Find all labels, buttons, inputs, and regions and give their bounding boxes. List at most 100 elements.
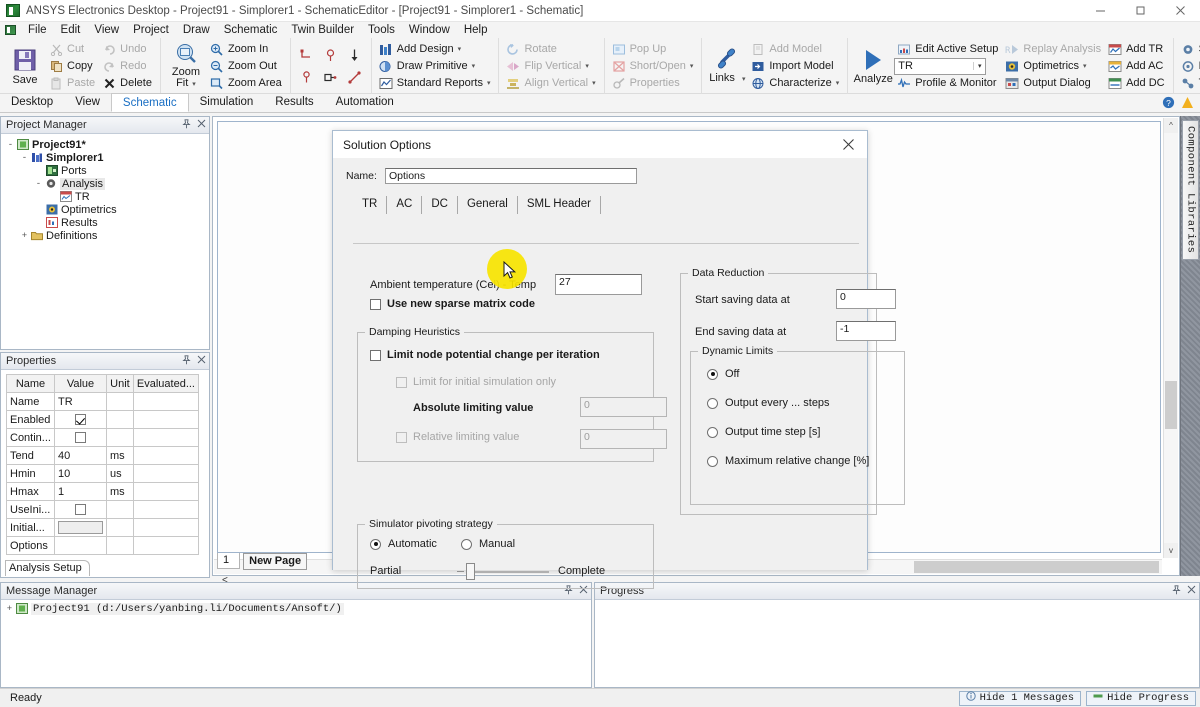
pivoting-automatic-radio[interactable] — [370, 538, 381, 550]
pin-icon[interactable] — [182, 354, 191, 368]
rotate-button[interactable]: Rotate — [503, 41, 599, 58]
close-icon[interactable] — [197, 355, 206, 367]
minimize-icon[interactable] — [1080, 0, 1120, 22]
tree-item-ports[interactable]: Ports — [3, 164, 209, 177]
delete-button[interactable]: Delete — [99, 75, 156, 92]
paste-button[interactable]: Paste — [46, 75, 99, 92]
add-dc-button[interactable]: Add DC — [1105, 75, 1169, 92]
tools-button[interactable]: Tools ▾ — [1178, 75, 1200, 92]
relative-limiting-value-input[interactable]: 0 — [580, 429, 667, 449]
pop-up-button[interactable]: Pop Up — [609, 41, 698, 58]
zoom-fit-button[interactable]: Zoom Fit ▾ — [165, 40, 207, 92]
help-icon[interactable]: ? — [1162, 96, 1175, 112]
tab-schematic[interactable]: Schematic — [110, 93, 189, 112]
tree-expander[interactable]: - — [5, 140, 16, 150]
launch-button[interactable]: Launch ▾ — [1178, 58, 1200, 75]
redo-button[interactable]: Redo — [99, 58, 156, 75]
cell-value[interactable] — [53, 410, 108, 429]
dynamic-limits-max-relative-change-radio[interactable] — [707, 455, 718, 467]
add-ac-button[interactable]: Add AC — [1105, 58, 1169, 75]
tree-expander[interactable]: - — [19, 153, 30, 163]
tab-desktop[interactable]: Desktop — [0, 93, 64, 112]
output-dialog-button[interactable]: Output Dialog — [1002, 75, 1105, 92]
cell-value[interactable] — [53, 518, 108, 537]
tab-view[interactable]: View — [64, 93, 111, 112]
undo-button[interactable]: Undo — [99, 41, 156, 58]
menu-item-file[interactable]: File — [21, 22, 54, 38]
tree-item-simplorer1[interactable]: - Simplorer1 — [3, 151, 209, 164]
dynamic-limits-max-relative-change-row[interactable]: Maximum relative change [%] — [707, 455, 869, 467]
profile-monitor-button[interactable]: Profile & Monitor — [894, 75, 1002, 92]
useinit-checkbox[interactable] — [75, 504, 86, 516]
zoom-in-button[interactable]: Zoom In — [207, 41, 286, 58]
short-open-button[interactable]: Short/Open ▾ — [609, 58, 698, 75]
tree-item-analysis[interactable]: - Analysis — [3, 177, 209, 190]
end-saving-data-input[interactable]: -1 — [836, 321, 896, 341]
start-saving-data-input[interactable]: 0 — [836, 289, 896, 309]
tree-item-definitions[interactable]: + Definitions — [3, 229, 209, 242]
limit-initial-simulation-checkbox[interactable] — [396, 376, 407, 388]
tab-automation[interactable]: Automation — [325, 93, 405, 112]
pivoting-slider-track[interactable] — [466, 571, 549, 573]
menu-item-twin-builder[interactable]: Twin Builder — [284, 22, 361, 38]
characterize-button[interactable]: Characterize ▾ — [748, 75, 843, 92]
tab-simulation[interactable]: Simulation — [189, 93, 265, 112]
cell-value[interactable] — [53, 428, 108, 447]
close-icon[interactable] — [197, 119, 206, 131]
ground-icon[interactable] — [319, 44, 343, 66]
copy-button[interactable]: Copy — [46, 58, 99, 75]
use-sparse-matrix-row[interactable]: Use new sparse matrix code — [370, 298, 535, 310]
tab-results[interactable]: Results — [264, 93, 324, 112]
active-setup-combo[interactable]: TR ▾ — [894, 57, 987, 75]
hide-progress-button[interactable]: Hide Progress — [1086, 690, 1196, 706]
table-row[interactable]: Tend 40 ms — [6, 446, 200, 465]
menu-item-tools[interactable]: Tools — [361, 22, 402, 38]
close-icon[interactable] — [1187, 585, 1196, 597]
relative-limiting-value-row[interactable]: Relative limiting value — [396, 431, 519, 443]
absolute-limiting-value-input[interactable]: 0 — [580, 397, 667, 417]
close-icon[interactable] — [829, 131, 867, 158]
relative-limiting-value-checkbox[interactable] — [396, 431, 407, 443]
cell-value[interactable] — [53, 536, 108, 555]
cell-value[interactable]: 1 — [53, 482, 108, 501]
tree-item-tr[interactable]: TR — [3, 190, 209, 203]
dialog-tab-general[interactable]: General — [458, 196, 518, 214]
zoom-out-button[interactable]: Zoom Out — [207, 58, 286, 75]
close-icon[interactable] — [1160, 0, 1200, 22]
list-item[interactable]: + Project91 (d:/Users/yanbing.li/Documen… — [4, 602, 591, 615]
maximize-icon[interactable] — [1120, 0, 1160, 22]
pin-icon[interactable] — [182, 118, 191, 132]
tree-expander[interactable]: - — [33, 179, 44, 189]
add-design-button[interactable]: Add Design ▾ — [376, 41, 495, 58]
page-tab-1[interactable]: 1 — [217, 553, 241, 569]
table-row[interactable]: Enabled — [6, 410, 200, 429]
scrollbar-thumb[interactable] — [914, 561, 1159, 573]
table-row[interactable]: Hmax 1 ms — [6, 482, 200, 501]
zoom-area-button[interactable]: Zoom Area — [207, 75, 286, 92]
table-row[interactable]: Contin... — [6, 428, 200, 447]
cut-button[interactable]: Cut — [46, 41, 99, 58]
menu-item-window[interactable]: Window — [402, 22, 457, 38]
add-tr-button[interactable]: Add TR — [1105, 41, 1169, 58]
optimetrics-button[interactable]: Optimetrics ▾ — [1002, 58, 1105, 75]
scroll-down-arrow[interactable]: v — [1164, 543, 1178, 558]
dynamic-limits-output-every-radio[interactable] — [707, 397, 718, 409]
limit-node-potential-checkbox[interactable] — [370, 349, 381, 361]
pivoting-automatic-row[interactable]: Automatic — [370, 538, 437, 550]
table-row[interactable]: Initial... — [6, 518, 200, 537]
scroll-up-arrow[interactable]: ^ — [1164, 118, 1178, 133]
add-model-button[interactable]: Add Model — [748, 41, 843, 58]
port-icon[interactable] — [295, 66, 319, 88]
limit-node-potential-row[interactable]: Limit node potential change per iteratio… — [370, 349, 600, 361]
dialog-tab-ac[interactable]: AC — [387, 196, 423, 214]
terminal-icon[interactable] — [319, 66, 343, 88]
use-sparse-matrix-checkbox[interactable] — [370, 298, 381, 310]
pivoting-manual-row[interactable]: Manual — [461, 538, 515, 550]
settings-button[interactable]: Settings ▾ — [1178, 41, 1200, 58]
menu-item-help[interactable]: Help — [457, 22, 495, 38]
tree-item-results[interactable]: Results — [3, 216, 209, 229]
dialog-tab-tr[interactable]: TR — [353, 196, 388, 214]
standard-reports-button[interactable]: Standard Reports ▾ — [376, 75, 495, 92]
initial-conditions-button[interactable] — [57, 521, 104, 534]
tab-analysis-setup[interactable]: Analysis Setup — [5, 560, 90, 576]
